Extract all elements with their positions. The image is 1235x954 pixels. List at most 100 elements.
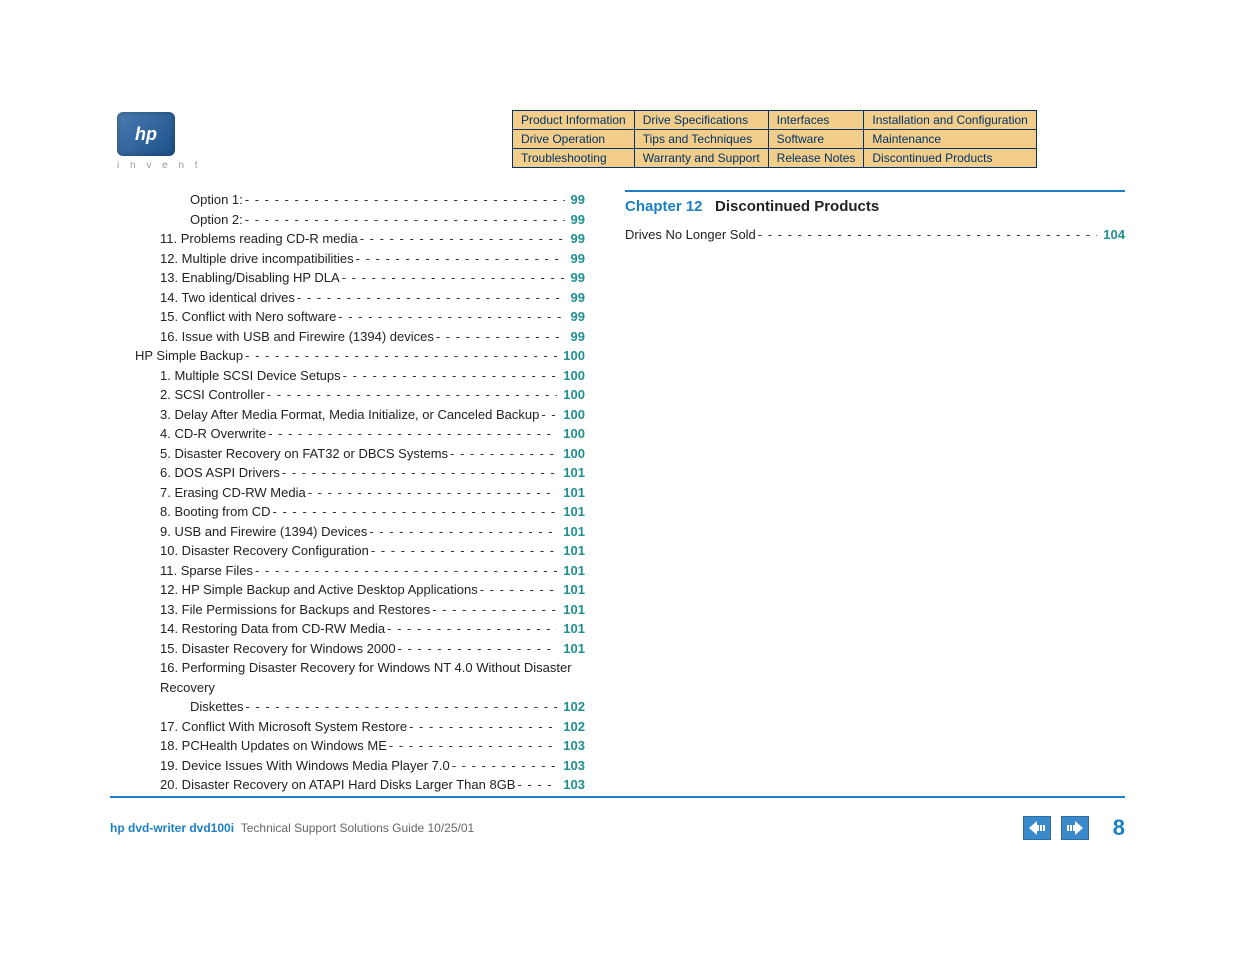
toc-leader-dots: - - - - - - - - - - - - - - - - - - - - …: [266, 424, 557, 444]
toc-entry[interactable]: 16. Issue with USB and Firewire (1394) d…: [115, 327, 585, 347]
toc-leader-dots: - - - - - - - - - - - - - - - - - - - - …: [369, 541, 557, 561]
toc-entry[interactable]: 12. HP Simple Backup and Active Desktop …: [115, 580, 585, 600]
toc-page-number: 100: [557, 385, 585, 405]
nav-link[interactable]: Warranty and Support: [634, 149, 768, 168]
toc-text: 15. Conflict with Nero software: [160, 307, 336, 327]
toc-entry[interactable]: 19. Device Issues With Windows Media Pla…: [115, 756, 585, 776]
toc-leader-dots: - - - - - - - - - - - - - - - - - - - - …: [430, 600, 557, 620]
toc-text: 7. Erasing CD-RW Media: [160, 483, 306, 503]
toc-leader-dots: - - - - - - - - - - - - - - - - - - - - …: [387, 736, 557, 756]
toc-text: 19. Device Issues With Windows Media Pla…: [160, 756, 450, 776]
toc-leader-dots: - - - - - - - - - - - - - - - - - - - - …: [340, 268, 565, 288]
toc-text: Option 2:: [190, 210, 243, 230]
toc-entry[interactable]: Drives No Longer Sold - - - - - - - - - …: [625, 225, 1125, 245]
nav-grid: Product InformationDrive SpecificationsI…: [512, 110, 1037, 168]
toc-entry[interactable]: Option 1: - - - - - - - - - - - - - - - …: [115, 190, 585, 210]
nav-link[interactable]: Maintenance: [864, 130, 1036, 149]
toc-text: 2. SCSI Controller: [160, 385, 265, 405]
hp-logo-icon: hp: [117, 112, 175, 156]
toc-entry[interactable]: 12. Multiple drive incompatibilities - -…: [115, 249, 585, 269]
toc-entry[interactable]: 11. Sparse Files - - - - - - - - - - - -…: [115, 561, 585, 581]
toc-page-number: 99: [565, 190, 585, 210]
toc-page-number: 99: [565, 249, 585, 269]
nav-link[interactable]: Release Notes: [768, 149, 864, 168]
toc-page-number: 102: [557, 717, 585, 737]
toc-page-number: 101: [557, 541, 585, 561]
toc-leader-dots: - - - - - - - - - - - - - - - - - - - - …: [407, 717, 557, 737]
toc-text: HP Simple Backup: [135, 346, 243, 366]
toc-text: 6. DOS ASPI Drivers: [160, 463, 280, 483]
page-number: 8: [1099, 815, 1125, 841]
toc-text: 13. File Permissions for Backups and Res…: [160, 600, 430, 620]
toc-entry[interactable]: 4. CD-R Overwrite - - - - - - - - - - - …: [115, 424, 585, 444]
toc-leader-dots: - - - - - - - - - - - - - - - - - - - - …: [354, 249, 565, 269]
logo-tagline: i n v e n t: [117, 160, 202, 171]
toc-text: 4. CD-R Overwrite: [160, 424, 266, 444]
chapter-number[interactable]: Chapter 12: [625, 198, 703, 215]
toc-entry[interactable]: 10. Disaster Recovery Configuration - - …: [115, 541, 585, 561]
toc-text: 1. Multiple SCSI Device Setups: [160, 366, 341, 386]
toc-leader-dots: - - - - - - - - - - - - - - - - - - - - …: [434, 327, 565, 347]
toc-entry[interactable]: 5. Disaster Recovery on FAT32 or DBCS Sy…: [115, 444, 585, 464]
nav-link[interactable]: Installation and Configuration: [864, 111, 1036, 130]
chapter-header: Chapter 12 Discontinued Products: [625, 190, 1125, 215]
toc-page-number: 99: [565, 268, 585, 288]
toc-leader-dots: - - - - - - - - - - - - - - - - - - - - …: [280, 463, 557, 483]
toc-leader-dots: - - - - - - - - - - - - - - - - - - - - …: [385, 619, 557, 639]
nav-link[interactable]: Troubleshooting: [513, 149, 635, 168]
toc-entry[interactable]: 11. Problems reading CD-R media - - - - …: [115, 229, 585, 249]
logo-block: hp i n v e n t: [117, 112, 202, 171]
nav-link[interactable]: Interfaces: [768, 111, 864, 130]
toc-leader-dots: - - - - - - - - - - - - - - - - - - - - …: [367, 522, 557, 542]
nav-link[interactable]: Drive Operation: [513, 130, 635, 149]
toc-text: 16. Issue with USB and Firewire (1394) d…: [160, 327, 434, 347]
toc-text: Option 1:: [190, 190, 243, 210]
toc-left-column: Option 1: - - - - - - - - - - - - - - - …: [115, 190, 585, 795]
toc-entry[interactable]: 1. Multiple SCSI Device Setups - - - - -…: [115, 366, 585, 386]
toc-entry[interactable]: 13. Enabling/Disabling HP DLA - - - - - …: [115, 268, 585, 288]
toc-entry[interactable]: 14. Two identical drives - - - - - - - -…: [115, 288, 585, 308]
toc-entry[interactable]: 16. Performing Disaster Recovery for Win…: [115, 658, 585, 697]
toc-entry[interactable]: 2. SCSI Controller - - - - - - - - - - -…: [115, 385, 585, 405]
toc-entry[interactable]: HP Simple Backup - - - - - - - - - - - -…: [115, 346, 585, 366]
footer-left: hp dvd-writer dvd100i Technical Support …: [110, 821, 474, 835]
toc-entry[interactable]: Option 2: - - - - - - - - - - - - - - - …: [115, 210, 585, 230]
footer-rule: [110, 796, 1125, 798]
toc-leader-dots: - - - - - - - - - - - - - - - - - - - - …: [243, 210, 565, 230]
toc-page-number: 103: [557, 756, 585, 776]
toc-text: 11. Problems reading CD-R media: [160, 229, 358, 249]
toc-leader-dots: - - - - - - - - - - - - - - - - - - - - …: [243, 346, 557, 366]
toc-entry[interactable]: 13. File Permissions for Backups and Res…: [115, 600, 585, 620]
toc-page-number: 101: [557, 483, 585, 503]
prev-page-button[interactable]: [1023, 816, 1051, 840]
footer-right: 8: [1023, 815, 1125, 841]
nav-link[interactable]: Software: [768, 130, 864, 149]
toc-entry[interactable]: 8. Booting from CD - - - - - - - - - - -…: [115, 502, 585, 522]
toc-text: 20. Disaster Recovery on ATAPI Hard Disk…: [160, 775, 515, 795]
toc-entry[interactable]: 17. Conflict With Microsoft System Resto…: [115, 717, 585, 737]
toc-entry[interactable]: 7. Erasing CD-RW Media - - - - - - - - -…: [115, 483, 585, 503]
toc-text: 17. Conflict With Microsoft System Resto…: [160, 717, 407, 737]
nav-link[interactable]: Discontinued Products: [864, 149, 1036, 168]
toc-page-number: 99: [565, 229, 585, 249]
toc-text: 5. Disaster Recovery on FAT32 or DBCS Sy…: [160, 444, 448, 464]
toc-leader-dots: - - - - - - - - - - - - - - - - - - - - …: [358, 229, 565, 249]
toc-entry[interactable]: 18. PCHealth Updates on Windows ME - - -…: [115, 736, 585, 756]
toc-entry[interactable]: 3. Delay After Media Format, Media Initi…: [115, 405, 585, 425]
nav-link[interactable]: Product Information: [513, 111, 635, 130]
nav-link[interactable]: Drive Specifications: [634, 111, 768, 130]
toc-entry[interactable]: 6. DOS ASPI Drivers - - - - - - - - - - …: [115, 463, 585, 483]
toc-leader-dots: - - - - - - - - - - - - - - - - - - - - …: [539, 405, 557, 425]
toc-entry-continuation[interactable]: Diskettes - - - - - - - - - - - - - - - …: [115, 697, 585, 717]
nav-link[interactable]: Tips and Techniques: [634, 130, 768, 149]
toc-entry[interactable]: 9. USB and Firewire (1394) Devices - - -…: [115, 522, 585, 542]
toc-entry[interactable]: 15. Disaster Recovery for Windows 2000 -…: [115, 639, 585, 659]
toc-leader-dots: - - - - - - - - - - - - - - - - - - - - …: [448, 444, 557, 464]
toc-entry[interactable]: 20. Disaster Recovery on ATAPI Hard Disk…: [115, 775, 585, 795]
toc-page-number: 100: [557, 444, 585, 464]
toc-leader-dots: - - - - - - - - - - - - - - - - - - - - …: [243, 190, 565, 210]
next-page-button[interactable]: [1061, 816, 1089, 840]
toc-entry[interactable]: 14. Restoring Data from CD-RW Media - - …: [115, 619, 585, 639]
toc-entry[interactable]: 15. Conflict with Nero software - - - - …: [115, 307, 585, 327]
toc-leader-dots: - - - - - - - - - - - - - - - - - - - - …: [396, 639, 558, 659]
